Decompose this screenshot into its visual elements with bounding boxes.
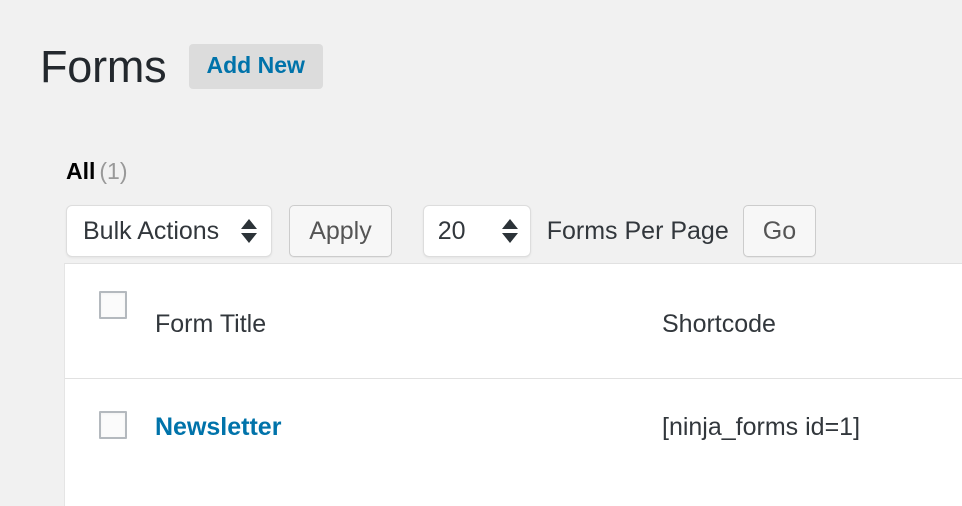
bulk-actions-value: Bulk Actions [83,216,220,245]
form-title-link[interactable]: Newsletter [155,413,281,441]
per-page-label: Forms Per Page [546,216,729,245]
chevron-up-icon [241,219,258,229]
filter-link-all[interactable]: All [66,158,95,184]
bulk-actions-select[interactable]: Bulk Actions [66,205,273,257]
add-new-button[interactable]: Add New [188,43,323,89]
filter-count-all: (1) [99,158,128,184]
go-button[interactable]: Go [742,205,817,257]
per-page-stepper[interactable]: 20 [422,205,531,257]
form-shortcode-value: [ninja_forms id=1] [662,413,861,441]
chevron-down-icon [241,233,258,243]
column-header-title-label: Form Title [155,310,267,338]
page-title: Forms [40,40,167,92]
row-select-cell [65,379,154,439]
row-select-checkbox[interactable] [99,411,127,439]
stepper-up-icon[interactable] [501,219,518,229]
row-shortcode-cell: [ninja_forms id=1] [662,379,962,440]
row-title-cell: Newsletter [154,379,662,440]
filter-links: All (1) [66,158,128,186]
table-header-row: Form Title Shortcode [65,264,962,379]
forms-table: Form Title Shortcode Newsletter [ninja_f… [64,263,962,506]
table-row: Newsletter [ninja_forms id=1] [65,379,962,505]
chevron-updown-icon [241,219,258,243]
select-all-checkbox[interactable] [99,291,127,319]
table-toolbar: Bulk Actions Apply 20 Forms Per Page Go [66,203,817,259]
column-header-shortcode[interactable]: Shortcode [662,264,962,337]
select-all-cell [65,264,154,319]
stepper-updown-icon[interactable] [501,219,518,243]
column-header-title[interactable]: Form Title [154,264,662,337]
per-page-value: 20 [437,216,466,245]
stepper-down-icon[interactable] [501,233,518,243]
apply-button[interactable]: Apply [289,205,392,257]
column-header-shortcode-label: Shortcode [662,310,776,338]
page-header: Forms Add New [40,36,323,96]
